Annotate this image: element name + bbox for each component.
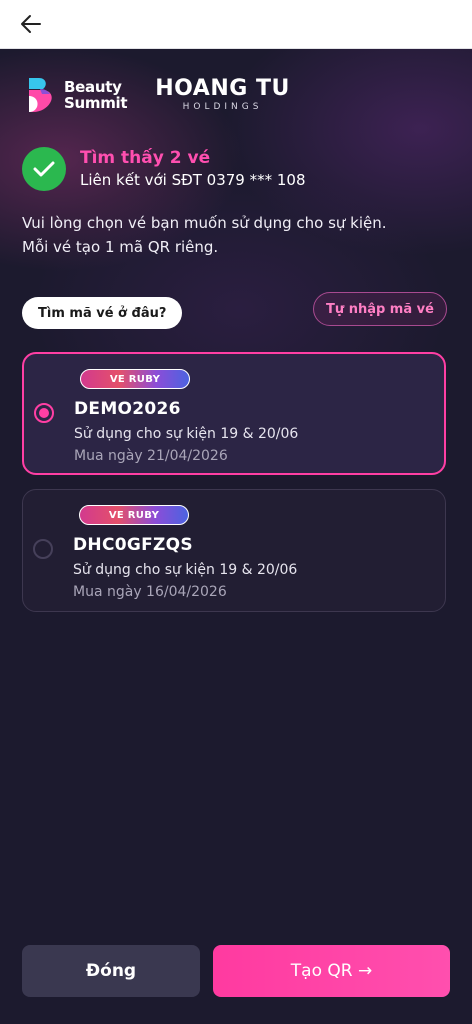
ticket-radio-unselected[interactable]: [33, 539, 53, 559]
beauty-summit-logo: Beauty Summit: [26, 76, 128, 114]
hoang-tu-wordmark: HOANG TU: [155, 76, 290, 101]
create-qr-button[interactable]: Tạo QR →: [213, 945, 450, 997]
check-icon: [33, 161, 55, 177]
ticket-radio-selected[interactable]: [34, 403, 54, 423]
hoang-tu-subtitle: HOLDINGS: [182, 102, 263, 112]
hoang-tu-logo: HOANG TU HOLDINGS: [155, 77, 290, 113]
found-title: Tìm thấy 2 vé: [80, 148, 211, 168]
instruction-line-2: Mỗi vé tạo 1 mã QR riêng.: [22, 238, 219, 256]
ticket-card[interactable]: VE RUBY DHC0GFZQS Sử dụng cho sự kiện 19…: [22, 489, 446, 612]
ticket-code: DHC0GFZQS: [73, 535, 193, 555]
linked-phone: Liên kết với SĐT 0379 *** 108: [80, 171, 306, 189]
arrow-left-icon: [21, 15, 41, 33]
manual-entry-button[interactable]: Tự nhập mã vé: [313, 292, 447, 326]
ticket-usage: Sử dụng cho sự kiện 19 & 20/06: [73, 562, 298, 578]
ticket-purchase-date: Mua ngày 16/04/2026: [73, 584, 227, 600]
ticket-tier-badge: VE RUBY: [79, 505, 189, 525]
ticket-code: DEMO2026: [74, 399, 181, 419]
close-button[interactable]: Đóng: [22, 945, 200, 997]
back-button[interactable]: [14, 8, 48, 40]
ticket-usage: Sử dụng cho sự kiện 19 & 20/06: [74, 426, 299, 442]
ticket-tier-badge: VE RUBY: [80, 369, 190, 389]
ticket-card[interactable]: VE RUBY DEMO2026 Sử dụng cho sự kiện 19 …: [22, 352, 446, 475]
logo-row: Beauty Summit HOANG TU HOLDINGS: [26, 73, 290, 117]
where-to-find-code-button[interactable]: Tìm mã vé ở đâu?: [22, 297, 183, 329]
beauty-summit-wordmark: Beauty Summit: [64, 78, 128, 112]
tickets-found-banner: Tìm thấy 2 vé Liên kết với SĐT 0379 *** …: [22, 147, 306, 191]
success-badge: [22, 147, 66, 191]
instruction-line-1: Vui lòng chọn vé bạn muốn sử dụng cho sự…: [22, 214, 387, 232]
main-content: Beauty Summit HOANG TU HOLDINGS Tìm thấy…: [0, 49, 472, 1024]
top-bar: [0, 0, 472, 49]
ticket-purchase-date: Mua ngày 21/04/2026: [74, 448, 228, 464]
instructions: Vui lòng chọn vé bạn muốn sử dụng cho sự…: [22, 211, 387, 259]
beauty-summit-mark-icon: [29, 78, 52, 112]
